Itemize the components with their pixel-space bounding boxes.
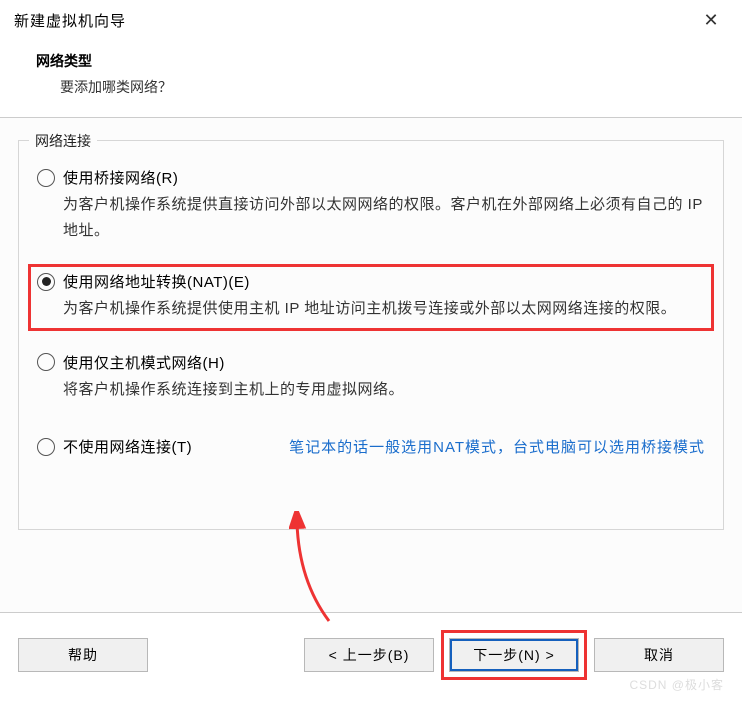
radio-nat[interactable]: 使用网络地址转换(NAT)(E) 为客户机操作系统提供使用主机 IP 地址访问主…	[29, 265, 713, 330]
help-button[interactable]: 帮助	[18, 638, 148, 672]
radio-icon[interactable]	[37, 169, 55, 187]
radio-icon[interactable]	[37, 273, 55, 291]
radio-bridged[interactable]: 使用桥接网络(R) 为客户机操作系统提供直接访问外部以太网网络的权限。客户机在外…	[37, 167, 705, 243]
header-section: 网络类型 要添加哪类网络？	[0, 41, 742, 118]
radio-label-nat: 使用网络地址转换(NAT)(E)	[63, 271, 250, 292]
page-subtitle: 要添加哪类网络？	[36, 77, 722, 97]
radio-none[interactable]: 不使用网络连接(T) 笔记本的话一般选用NAT模式，台式电脑可以选用桥接模式	[37, 436, 705, 457]
network-fieldset: 网络连接 使用桥接网络(R) 为客户机操作系统提供直接访问外部以太网网络的权限。…	[18, 140, 724, 530]
title-bar: 新建虚拟机向导 ✕	[0, 0, 742, 41]
next-button[interactable]: 下一步(N) >	[449, 638, 579, 672]
window-title: 新建虚拟机向导	[14, 10, 126, 31]
hint-text: 笔记本的话一般选用NAT模式，台式电脑可以选用桥接模式	[289, 436, 705, 457]
back-button[interactable]: < 上一步(B)	[304, 638, 434, 672]
next-highlight: 下一步(N) >	[444, 633, 584, 677]
radio-label-bridged: 使用桥接网络(R)	[63, 167, 178, 188]
radio-desc-bridged: 为客户机操作系统提供直接访问外部以太网网络的权限。客户机在外部网络上必须有自己的…	[37, 192, 705, 243]
radio-desc-nat: 为客户机操作系统提供使用主机 IP 地址访问主机拨号连接或外部以太网网络连接的权…	[37, 296, 705, 322]
radio-icon[interactable]	[37, 353, 55, 371]
radio-icon[interactable]	[37, 438, 55, 456]
wizard-window: 新建虚拟机向导 ✕ 网络类型 要添加哪类网络？ 网络连接 使用桥接网络(R) 为…	[0, 0, 742, 701]
close-icon[interactable]: ✕	[696, 10, 726, 31]
fieldset-legend: 网络连接	[29, 131, 97, 151]
radio-desc-hostonly: 将客户机操作系统连接到主机上的专用虚拟网络。	[37, 377, 705, 403]
radio-label-hostonly: 使用仅主机模式网络(H)	[63, 352, 225, 373]
content-area: 网络连接 使用桥接网络(R) 为客户机操作系统提供直接访问外部以太网网络的权限。…	[0, 118, 742, 613]
cancel-button[interactable]: 取消	[594, 638, 724, 672]
radio-hostonly[interactable]: 使用仅主机模式网络(H) 将客户机操作系统连接到主机上的专用虚拟网络。	[37, 352, 705, 403]
watermark: CSDN @极小客	[629, 676, 724, 693]
page-title: 网络类型	[36, 51, 722, 71]
radio-label-none: 不使用网络连接(T)	[63, 436, 192, 457]
